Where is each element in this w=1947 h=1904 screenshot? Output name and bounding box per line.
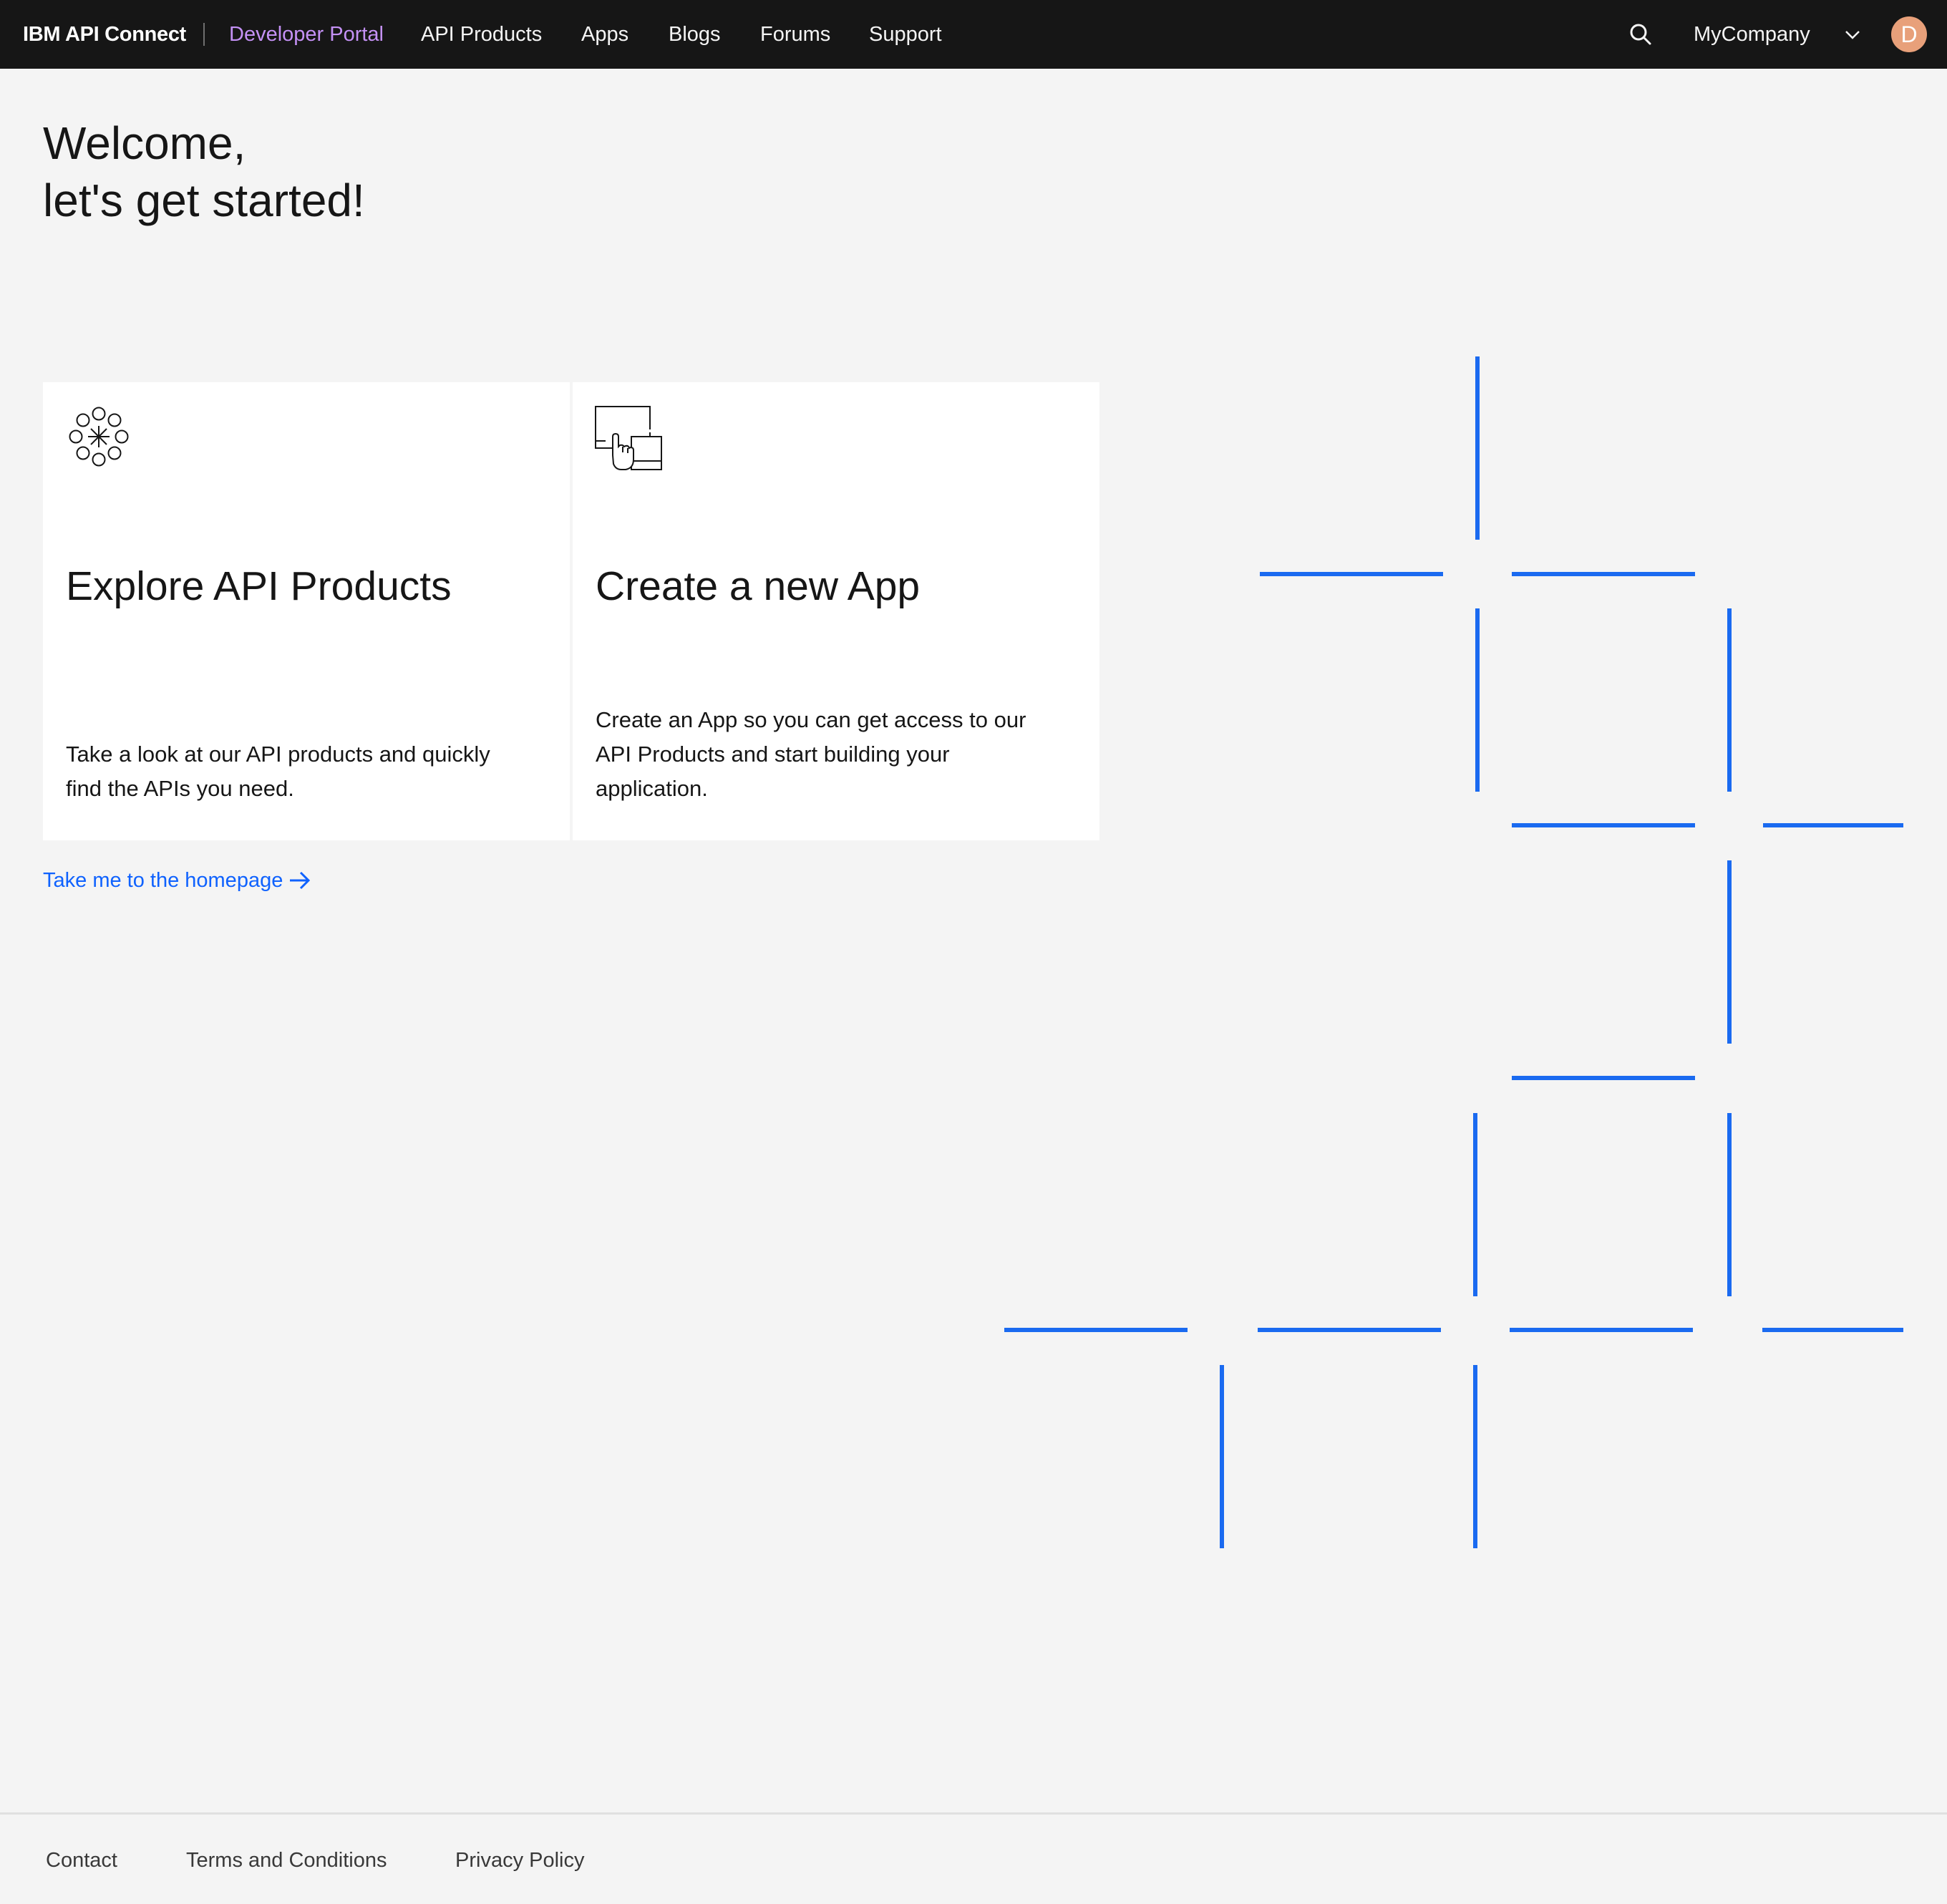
footer-privacy-link[interactable]: Privacy Policy	[455, 1815, 585, 1904]
footer-terms-link[interactable]: Terms and Conditions	[186, 1815, 387, 1904]
decorative-grid-pattern	[1004, 356, 1903, 1548]
footer-contact-link[interactable]: Contact	[46, 1815, 117, 1904]
footer: Contact Terms and Conditions Privacy Pol…	[0, 1812, 1947, 1904]
